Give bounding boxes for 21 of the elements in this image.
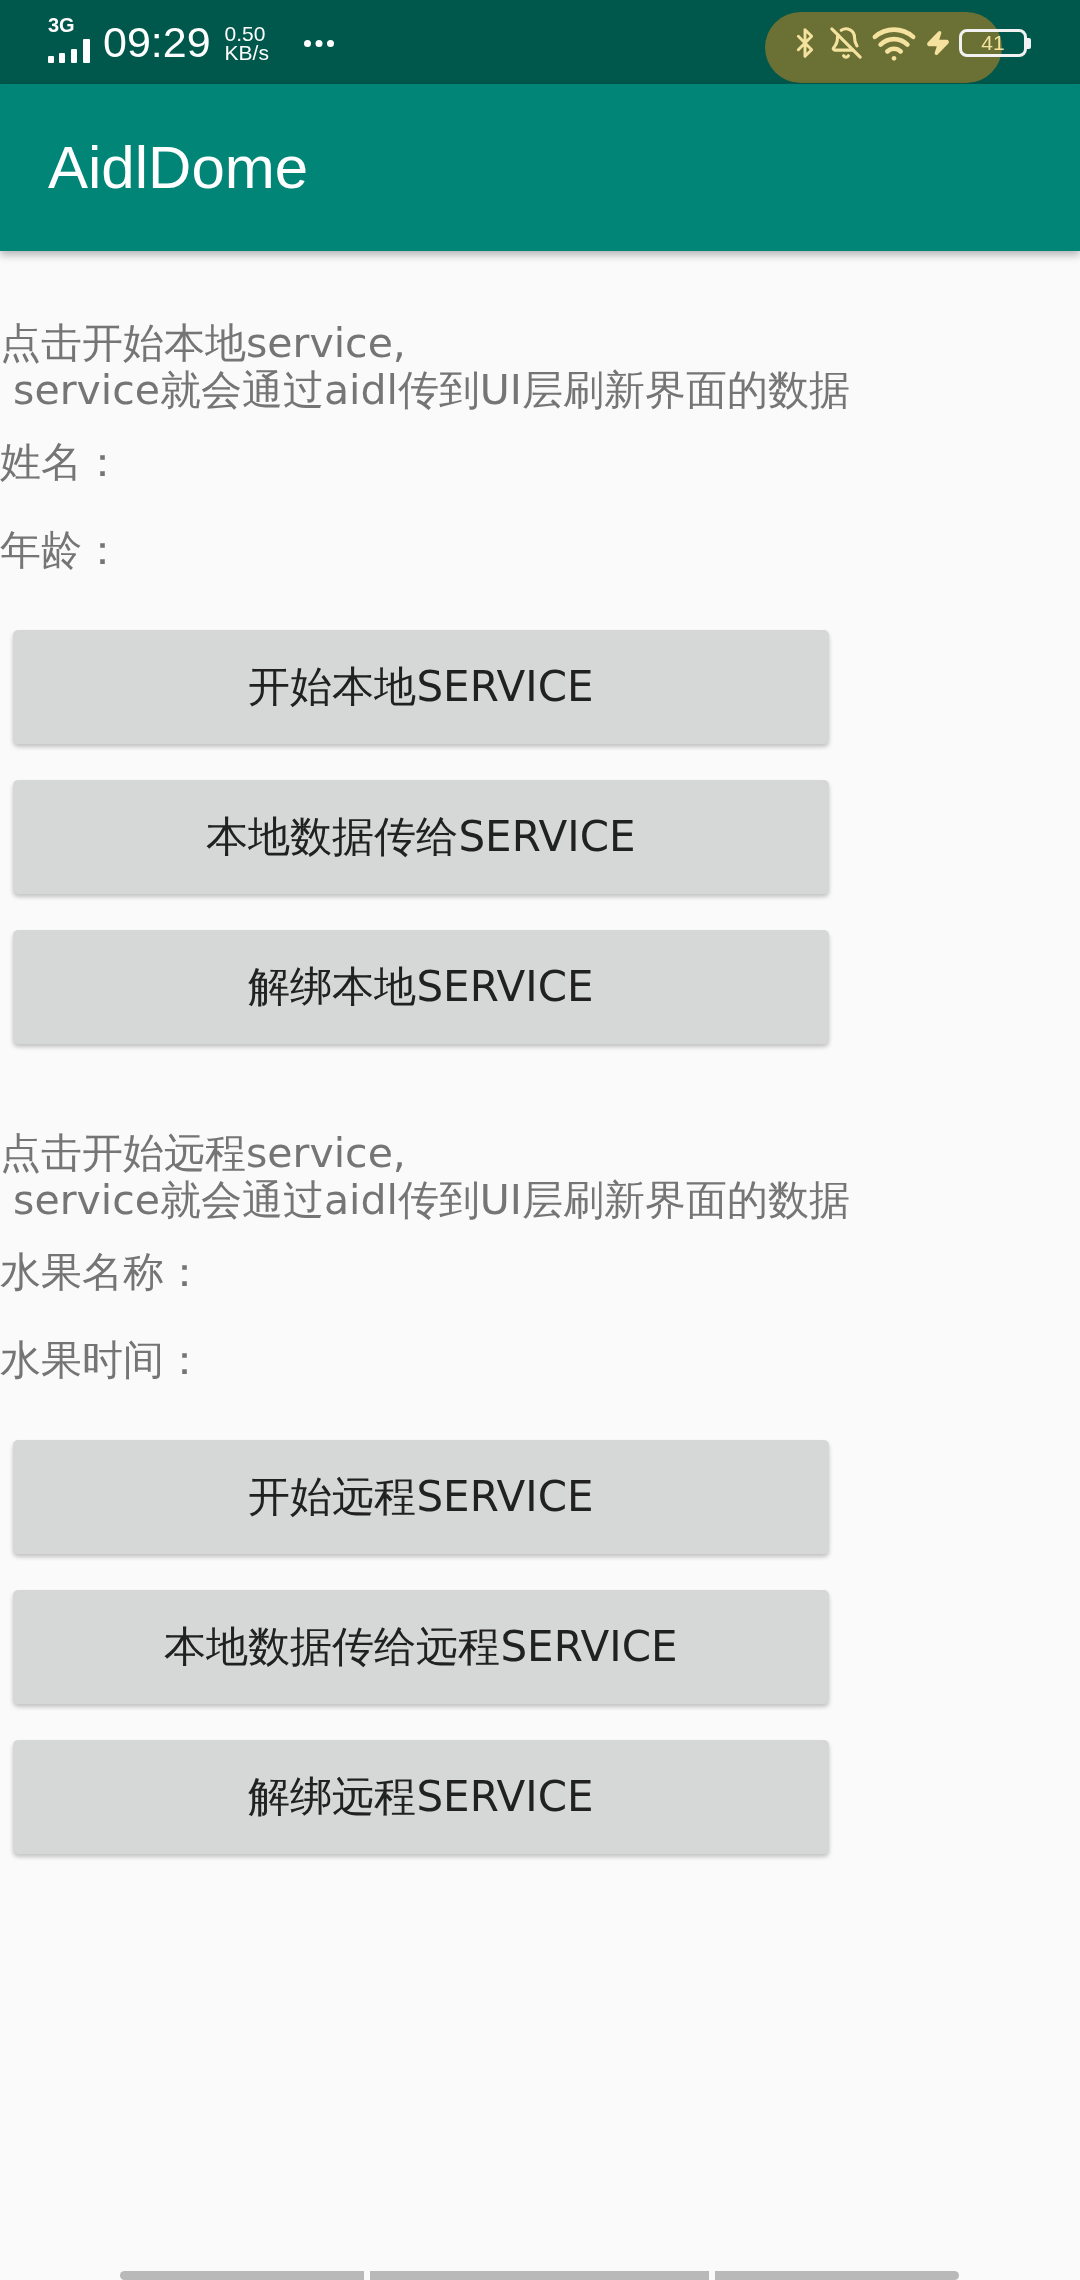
more-dots-icon [303, 39, 334, 47]
field-label: 水果名称： [0, 1249, 205, 1296]
intro-text: 点击开始远程service, service就会通过aidl传到UI层刷新界面的数据 [0, 1130, 850, 1224]
app-title: AidlDome [48, 132, 309, 203]
service-button[interactable]: 解绑本地SERVICE [13, 930, 829, 1044]
network-type-label: 3G [48, 15, 75, 35]
field-label: 年龄： [0, 527, 123, 574]
bell-off-icon [829, 26, 863, 60]
service-button[interactable]: 本地数据传给SERVICE [13, 780, 829, 894]
service-button[interactable]: 解绑远程SERVICE [13, 1740, 829, 1854]
service-button[interactable]: 开始本地SERVICE [13, 630, 829, 744]
field-label: 姓名： [0, 439, 123, 486]
data-speed-unit: KB/s [224, 43, 269, 62]
signal-bars-icon [48, 39, 90, 63]
service-button[interactable]: 开始远程SERVICE [13, 1440, 829, 1554]
data-speed-value: 0.50 [224, 24, 266, 43]
clock-time: 09:29 [103, 20, 211, 64]
service-button[interactable]: 本地数据传给远程SERVICE [13, 1590, 829, 1704]
field-label: 水果时间： [0, 1337, 205, 1384]
charging-bolt-icon [925, 30, 951, 56]
intro-text: 点击开始本地service, service就会通过aidl传到UI层刷新界面的数据 [0, 320, 850, 414]
